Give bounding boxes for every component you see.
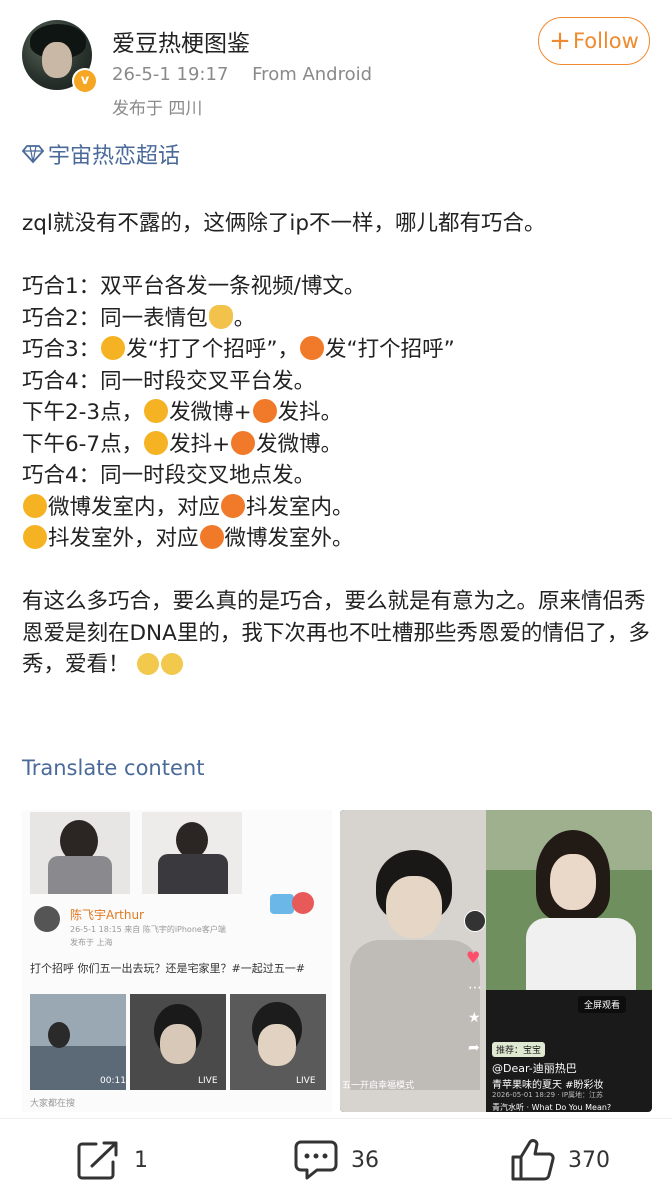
coincidence-2-text: 巧合2：同一表情包	[22, 305, 208, 331]
action-bar: 1 36 370	[0, 1118, 672, 1201]
photo-selfie-2: LIVE	[230, 994, 326, 1090]
diamond-icon	[22, 145, 44, 164]
afternoon-2-3-text: 下午2-3点，	[22, 400, 144, 425]
heart-icon[interactable]: ♥	[466, 948, 480, 967]
coincidence-1: 巧合1：双平台各发一条视频/博文。	[22, 274, 366, 299]
comment-button[interactable]: 36	[224, 1119, 448, 1201]
video-caption: 五一开启幸福模式	[342, 1081, 415, 1091]
post-source: From Android	[252, 64, 373, 85]
cat-face-icon	[101, 336, 126, 360]
plus-icon: +	[549, 26, 571, 56]
smiling-face-icon	[161, 653, 184, 675]
video-meta: 2026-05-01 18:29 · IP属地：江苏	[492, 1091, 604, 1099]
fox-face-icon	[231, 430, 256, 455]
coincidence-3-fox-text: 发“打个招呼”	[324, 337, 455, 362]
outdoor-line-fox: 微博发室外。	[224, 526, 354, 551]
outdoor-line-cat: 抖发室外，对应	[48, 526, 199, 551]
embedded-avatar	[34, 906, 60, 932]
cat-face-icon	[144, 430, 169, 455]
like-button[interactable]: 370	[448, 1119, 672, 1201]
post-time: 26-5-1 19:17	[112, 64, 229, 85]
avatar-face	[42, 42, 72, 78]
follow-button[interactable]: + Follow	[538, 17, 650, 65]
post-header: v 爱豆热梗图鉴 26-5-1 19:17 From Android 发布于 四…	[0, 0, 672, 130]
afternoon-2-3: 下午2-3点， 发微博+ 发抖。	[22, 397, 652, 429]
creator-avatar[interactable]	[464, 910, 486, 932]
indoor-line-fox: 抖发室内。	[246, 494, 354, 520]
live-label: LIVE	[296, 1076, 316, 1086]
topic-link[interactable]: 宇宙热恋超话	[22, 138, 180, 170]
video-author[interactable]: @Dear-迪丽热巴	[492, 1060, 577, 1076]
comment-icon	[294, 1140, 338, 1180]
share-icon	[77, 1141, 118, 1180]
post-meta: 26-5-1 19:17 From Android	[112, 64, 372, 85]
fox-face-icon	[199, 525, 224, 549]
sticker-icon	[270, 894, 294, 914]
post-body: zql就没有不露的，这俩除了ip不一样，哪儿都有巧合。 巧合1：双平台各发一条视…	[22, 208, 652, 681]
verified-badge-icon: v	[72, 68, 98, 94]
recommend-tag[interactable]: 推荐：宝宝	[492, 1042, 546, 1057]
share-icon[interactable]: ➦	[468, 1040, 480, 1056]
embedded-meta: 26-5-1 18:15 来自 陈飞宇的iPhone客户端	[70, 925, 226, 934]
image-video-collage[interactable]: 五一开启幸福模式 ♥ ⋯ ★ ➦ 全屏观看 推荐：宝宝 @Dear-迪丽热巴 青…	[340, 810, 652, 1112]
comment-count: 36	[351, 1147, 379, 1173]
photo-boy: 五一开启幸福模式	[340, 810, 486, 1112]
coincidence-3-cat-text: 发“打了个招呼”，	[126, 337, 299, 362]
comment-icon[interactable]: ⋯	[468, 980, 482, 996]
follow-label: Follow	[572, 29, 639, 53]
like-count: 370	[568, 1147, 610, 1173]
post-paragraph-2: 有这么多巧合，要么真的是巧合，要么就是有意为之。原来情侣秀恩爱是刻在DNA里的，…	[22, 586, 652, 681]
video-music: 青汽水听 · What Do You Mean?	[492, 1103, 612, 1112]
video-title: 青苹果味的夏天 #盼彩妆	[492, 1080, 604, 1091]
afternoon-6-7-cat: 发抖+	[169, 431, 231, 457]
fox-face-icon	[221, 493, 246, 518]
embedded-location: 发布于 上海	[70, 938, 113, 947]
photo-girl-2	[142, 812, 242, 894]
coincidence-3-text: 巧合3：	[22, 337, 101, 362]
cat-face-icon	[23, 493, 47, 518]
afternoon-2-3-cat: 发微博+	[169, 400, 252, 425]
fox-face-icon	[252, 399, 277, 423]
afternoon-6-7-fox: 发微博。	[256, 431, 343, 457]
post-location: 发布于 四川	[112, 99, 203, 119]
sticker-icon	[292, 892, 314, 914]
coincidence-4b: 巧合4：同一时段交叉地点发。	[22, 463, 316, 488]
live-label: LIVE	[198, 1076, 218, 1086]
coincidence-4: 巧合4：同一时段交叉平台发。	[22, 368, 316, 394]
photo-selfie-1: LIVE	[130, 994, 226, 1090]
fox-face-icon	[299, 336, 324, 360]
smiling-face-icon	[137, 653, 160, 675]
indoor-line-cat: 微博发室内，对应	[48, 494, 221, 520]
fullscreen-button[interactable]: 全屏观看	[578, 996, 627, 1013]
afternoon-6-7: 下午6-7点， 发抖+ 发微博。	[22, 429, 652, 461]
afternoon-2-3-fox: 发抖。	[277, 400, 343, 425]
photo-sea: 00:11	[30, 994, 126, 1090]
cat-face-icon	[144, 399, 169, 423]
post-line-1: zql就没有不露的，这俩除了ip不一样，哪儿都有巧合。	[22, 211, 546, 236]
coincidence-3: 巧合3： 发“打了个招呼”， 发“打个招呼”	[22, 334, 652, 366]
share-button[interactable]: 1	[0, 1119, 224, 1201]
wave-hand-icon	[208, 304, 233, 329]
outdoor-line: 抖发室外，对应 微博发室外。	[22, 523, 652, 555]
photo-girl-car	[486, 810, 652, 990]
topic-label: 宇宙热恋超话	[48, 144, 181, 169]
share-count: 1	[134, 1147, 148, 1173]
photo-girl-1	[30, 812, 130, 894]
image-weibo-screenshot[interactable]: 陈飞宇Arthur 26-5-1 18:15 来自 陈飞宇的iPhone客户端 …	[22, 810, 332, 1112]
star-icon[interactable]: ★	[468, 1010, 481, 1026]
embedded-username: 陈飞宇Arthur	[70, 908, 144, 922]
afternoon-6-7-text: 下午6-7点，	[22, 431, 144, 457]
indoor-line: 微博发室内，对应 抖发室内。	[22, 492, 652, 524]
cat-face-icon	[23, 525, 47, 549]
embedded-footer: 大家都在搜	[30, 1099, 76, 1109]
translate-link[interactable]: Translate content	[22, 756, 204, 780]
coincidence-2: 巧合2：同一表情包。	[22, 303, 652, 335]
embedded-text: 打个招呼 你们五一出去玩？还是宅家里？#一起过五一#	[30, 962, 305, 975]
coincidence-2-end: 。	[233, 305, 256, 331]
video-duration: 00:11	[100, 1076, 126, 1086]
username[interactable]: 爱豆热梗图鉴	[112, 24, 250, 58]
post-paragraph-2-text: 有这么多巧合，要么真的是巧合，要么就是有意为之。原来情侣秀恩爱是刻在DNA里的，…	[22, 589, 650, 677]
post-images: 陈飞宇Arthur 26-5-1 18:15 来自 陈飞宇的iPhone客户端 …	[22, 810, 652, 1112]
thumbs-up-icon	[511, 1139, 555, 1181]
